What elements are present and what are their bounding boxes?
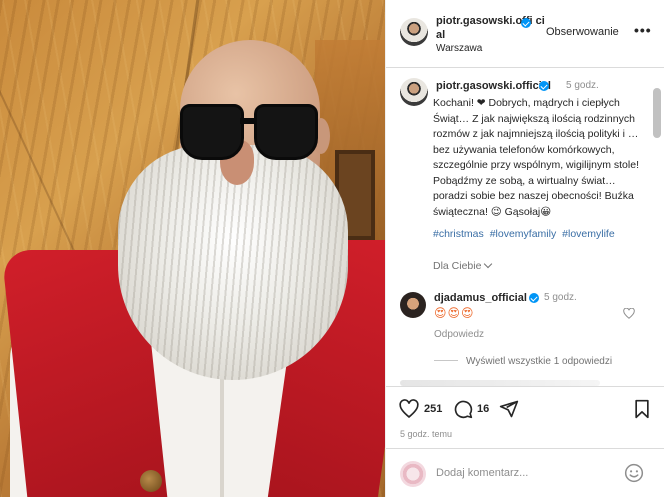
share-icon[interactable] xyxy=(499,399,519,419)
add-comment-input[interactable] xyxy=(436,467,616,479)
hashtag-link[interactable]: #lovemylife xyxy=(562,228,615,240)
sunglasses xyxy=(180,104,320,164)
verified-icon xyxy=(539,81,549,91)
following-button[interactable]: Obserwowanie xyxy=(546,26,619,38)
caption-author-avatar[interactable] xyxy=(400,78,428,106)
comment-time: 5 godz. xyxy=(544,292,577,303)
author-avatar[interactable] xyxy=(400,18,428,46)
reply-link[interactable]: Odpowiedz xyxy=(434,329,484,340)
comment-icon[interactable] xyxy=(453,399,473,419)
caption-text: Kochani! ❤ Dobrych, mądrych i ciepłych Ś… xyxy=(433,97,639,218)
chevron-down-icon xyxy=(484,259,493,269)
post-location[interactable]: Warszawa xyxy=(436,43,482,54)
hashtags: #christmas #lovemyfamily #lovemylife xyxy=(433,228,658,240)
post-photo[interactable] xyxy=(0,0,385,497)
post-side-panel: piotr.gasowski.offi cial Warszawa Obserw… xyxy=(385,0,664,497)
caption-time: 5 godz. xyxy=(566,80,599,91)
post-header: piotr.gasowski.offi cial Warszawa Obserw… xyxy=(386,0,664,68)
left-lens xyxy=(180,104,244,160)
right-lens xyxy=(254,104,318,160)
caption-username[interactable]: piotr.gasowski.official xyxy=(436,80,551,92)
author-username[interactable]: piotr.gasowski.offi cial xyxy=(436,14,546,42)
for-you-label: Dla Ciebie xyxy=(433,260,482,272)
commenter-username[interactable]: djadamus_official xyxy=(434,292,527,304)
bookmark-icon[interactable] xyxy=(632,399,652,419)
view-replies-link[interactable]: Wyświetl wszystkie 1 odpowiedzi xyxy=(434,356,612,367)
action-bar: 251 16 5 godz. temu xyxy=(386,386,664,446)
comments-count[interactable]: 16 xyxy=(477,403,489,415)
verified-icon xyxy=(529,293,539,303)
more-options-button[interactable]: ••• xyxy=(634,22,652,38)
current-user-avatar xyxy=(400,461,426,487)
heart-icon[interactable] xyxy=(399,399,419,419)
scrollbar-thumb[interactable] xyxy=(653,88,661,138)
comment-text: 😍😍😍 xyxy=(434,306,475,320)
hashtag-link[interactable]: #lovemyfamily xyxy=(490,228,557,240)
comment-like-heart-icon[interactable] xyxy=(623,308,635,319)
commenter-avatar[interactable] xyxy=(400,292,426,318)
comment-composer xyxy=(386,448,664,497)
vest-button xyxy=(140,470,162,492)
post-time-ago: 5 godz. temu xyxy=(400,429,453,439)
hashtag-link[interactable]: #christmas xyxy=(433,228,484,240)
verified-icon xyxy=(521,18,531,28)
for-you-filter[interactable]: Dla Ciebie xyxy=(433,259,493,272)
likes-count[interactable]: 251 xyxy=(424,403,442,415)
emoji-icon[interactable] xyxy=(624,463,644,483)
